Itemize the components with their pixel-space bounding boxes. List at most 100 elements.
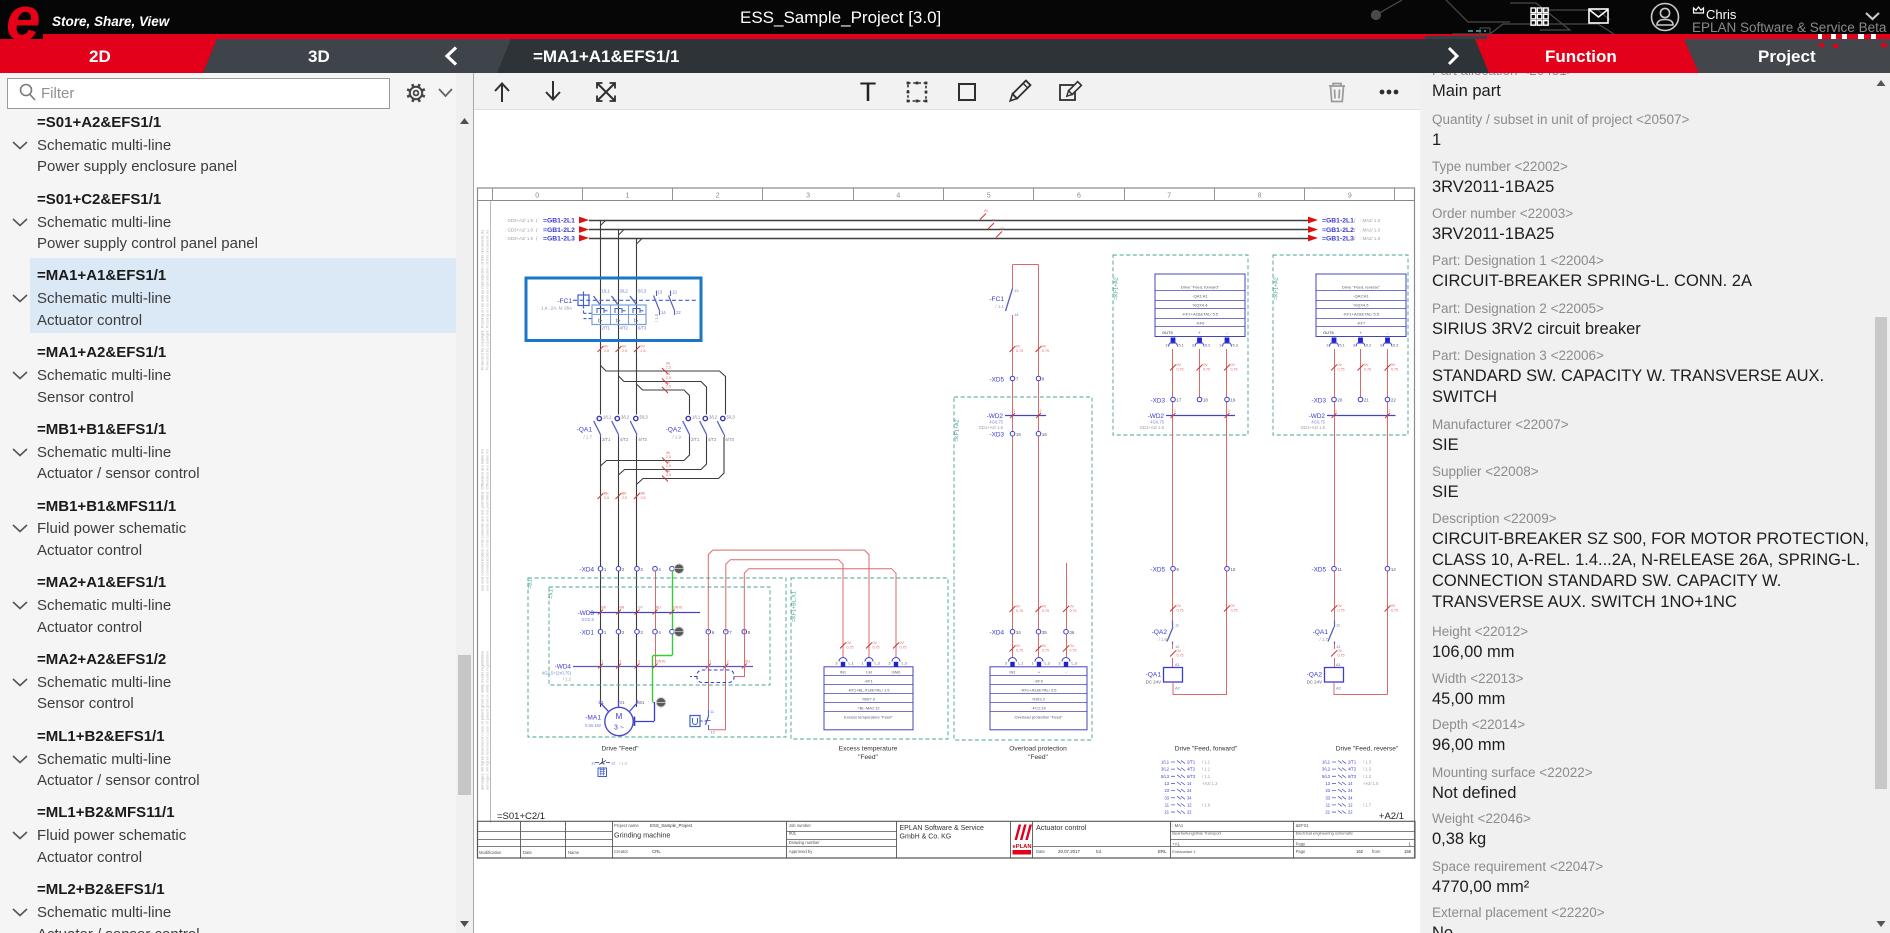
svg-text:12: 12 <box>611 761 616 766</box>
svg-text:+A2/1: +A2/1 <box>1379 811 1404 822</box>
svg-text:11: 11 <box>1326 802 1331 807</box>
svg-text:0,75: 0,75 <box>1042 609 1049 613</box>
svg-text:19: 19 <box>1230 398 1235 403</box>
svg-text:Date: Date <box>523 850 533 855</box>
svg-text:L.1: L.1 <box>1018 662 1023 666</box>
svg-text:6/T3: 6/T3 <box>1187 774 1196 779</box>
svg-text:Modification: Modification <box>479 850 502 855</box>
svg-text:2,5: 2,5 <box>604 496 609 500</box>
svg-text:BK: BK <box>604 492 609 496</box>
svg-text:10: 10 <box>1230 567 1235 572</box>
svg-text:%DI7.0: %DI7.0 <box>862 697 876 702</box>
svg-text:Page: Page <box>1296 842 1306 847</box>
svg-text:%IX3.2: %IX3.2 <box>1032 697 1046 702</box>
svg-text:0,75: 0,75 <box>1338 654 1345 658</box>
svg-text:2,5: 2,5 <box>622 496 627 500</box>
svg-text:3/L2: 3/L2 <box>709 415 718 420</box>
svg-text:Electrical engineering schemat: Electrical engineering schematic <box>1296 831 1353 836</box>
svg-text:-KF1: -KF1 <box>864 678 873 683</box>
svg-text:: GD1+A2/ 1.5: : GD1+A2/ 1.5 <box>976 425 1003 430</box>
svg-text:13: 13 <box>658 290 663 295</box>
svg-text:2,5: 2,5 <box>641 496 646 500</box>
svg-text:21: 21 <box>1364 398 1369 403</box>
svg-text:2: 2 <box>622 630 625 635</box>
svg-text:1/L1: 1/L1 <box>1161 760 1170 765</box>
svg-text:001: 001 <box>789 831 797 836</box>
svg-text:5.1: 5.1 <box>1179 344 1184 348</box>
svg-text:11: 11 <box>710 709 715 714</box>
svg-text:2,5: 2,5 <box>641 349 646 353</box>
svg-text:: GD3+A2/ 1.9: : GD3+A2/ 1.9 <box>505 228 534 233</box>
svg-text:Excess temperature "Feed": Excess temperature "Feed" <box>844 715 893 720</box>
svg-text:0,75: 0,75 <box>847 646 854 650</box>
svg-text:5.3: 5.3 <box>1233 344 1238 348</box>
svg-text:EPLAN Software & Service: EPLAN Software & Service <box>900 825 985 832</box>
svg-text:3: 3 <box>1219 344 1221 348</box>
svg-text:4G0,75: 4G0,75 <box>989 420 1003 425</box>
svg-text:21: 21 <box>673 290 678 295</box>
svg-text:33: 33 <box>1325 795 1330 800</box>
svg-text:-KF6: -KF6 <box>1196 321 1205 326</box>
svg-text:35: 35 <box>1042 630 1047 635</box>
svg-text:&EFS1: &EFS1 <box>1296 823 1310 828</box>
svg-text:12: 12 <box>1391 567 1396 572</box>
svg-text:8: 8 <box>1258 193 1262 200</box>
svg-text:-MA1: -MA1 <box>585 715 601 722</box>
svg-text:0,75: 0,75 <box>1042 649 1049 653</box>
svg-text:Bearbeitungslinie Transport: Bearbeitungslinie Transport <box>1172 831 1222 836</box>
svg-text:/ 1.3: / 1.3 <box>619 761 628 766</box>
svg-text:: MA2/ 1.0: : MA2/ 1.0 <box>1360 236 1381 241</box>
svg-text:/: / <box>536 228 538 234</box>
svg-text:3: 3 <box>640 630 643 635</box>
svg-text:12: 12 <box>1348 802 1353 807</box>
svg-text:2,5: 2,5 <box>666 366 671 370</box>
svg-text:1: 1 <box>1409 842 1412 847</box>
svg-text:/ 1.3: / 1.3 <box>1363 774 1372 779</box>
svg-text:3: 3 <box>1192 344 1194 348</box>
svg-text:2: 2 <box>1228 409 1230 413</box>
svg-text:2,5: 2,5 <box>666 385 671 389</box>
svg-text:/ 1.1: / 1.1 <box>995 304 1004 309</box>
svg-text:Protected by copyright. Passin: Protected by copyright. Passing on as we… <box>485 230 490 371</box>
svg-text:23: 23 <box>1164 788 1169 793</box>
svg-text:5/L3: 5/L3 <box>640 415 649 420</box>
svg-text:=B1: =B1 <box>528 579 534 589</box>
svg-text:4/T2: 4/T2 <box>1187 767 1196 772</box>
svg-text:Erstauslauf 1: Erstauslauf 1 <box>1172 849 1196 854</box>
svg-text:: MA1: : MA1 <box>1172 823 1184 828</box>
svg-text:0,75: 0,75 <box>1177 368 1184 372</box>
svg-text:=KF1+BL.X1: =KF1+BL.X1 <box>792 591 798 622</box>
svg-text:GmbH & Co. KG: GmbH & Co. KG <box>900 834 952 841</box>
svg-text:4G0,75: 4G0,75 <box>1311 420 1325 425</box>
svg-text:-KF1+BL.X1&ETAL/ 1.5: -KF1+BL.X1&ETAL/ 1.5 <box>847 687 890 692</box>
svg-text:11: 11 <box>1337 567 1342 572</box>
svg-text:0V: 0V <box>1391 604 1396 608</box>
svg-text:-QA1: -QA1 <box>1313 629 1329 636</box>
svg-text:-: - <box>1387 330 1389 335</box>
svg-text:0,75: 0,75 <box>1177 609 1184 613</box>
svg-text:34: 34 <box>1016 630 1021 635</box>
svg-text:0V: 0V <box>1177 604 1182 608</box>
svg-text:=S01+C2/1: =S01+C2/1 <box>497 811 545 822</box>
svg-text:13: 13 <box>1325 781 1330 786</box>
svg-text:0V: 0V <box>1070 605 1075 609</box>
svg-text:0,75: 0,75 <box>1016 649 1023 653</box>
svg-text:2,5: 2,5 <box>666 455 671 459</box>
svg-text:-XD1: -XD1 <box>579 629 594 636</box>
svg-text:=BL-MA1:12: =BL-MA1:12 <box>857 706 880 711</box>
svg-text:3: 3 <box>640 567 643 572</box>
svg-text:2: 2 <box>1040 409 1042 413</box>
svg-text:0V: 0V <box>1042 644 1047 648</box>
svg-text:7: 7 <box>729 630 732 635</box>
svg-text:2/T1: 2/T1 <box>1348 760 1357 765</box>
svg-text:0V: 0V <box>900 641 905 645</box>
svg-text:Job number: Job number <box>789 823 812 828</box>
svg-text:3: 3 <box>638 660 640 664</box>
svg-text:4/T2: 4/T2 <box>708 437 717 442</box>
svg-text:W1: W1 <box>638 700 645 705</box>
svg-text:0V: 0V <box>1042 605 1047 609</box>
svg-text:1: 1 <box>604 567 607 572</box>
svg-text:0V: 0V <box>1338 363 1343 367</box>
svg-text:13: 13 <box>1014 288 1019 293</box>
svg-text:9: 9 <box>1348 193 1352 200</box>
